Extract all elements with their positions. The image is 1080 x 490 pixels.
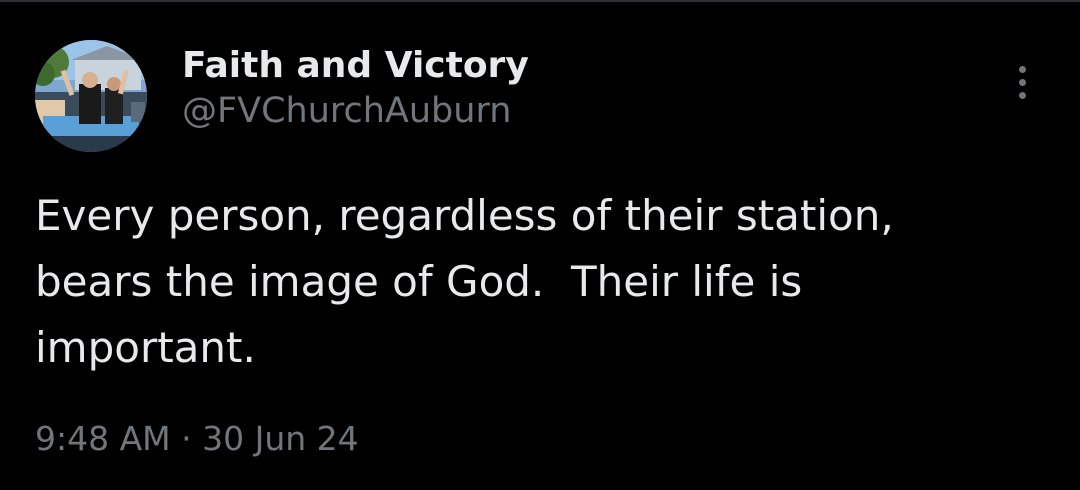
author-display-name[interactable]: Faith and Victory <box>182 44 529 88</box>
timestamp-separator: · <box>170 419 203 458</box>
tweet-text: Every person, regardless of their statio… <box>35 183 1035 381</box>
more-options-button[interactable] <box>1004 62 1044 104</box>
more-options-icon <box>1019 79 1026 86</box>
tweet-time[interactable]: 9:48 AM <box>35 419 171 458</box>
tweet-text-line: important. <box>35 323 256 372</box>
more-options-icon <box>1019 66 1026 73</box>
tweet-timestamp: 9:48 AM · 30 Jun 24 <box>35 418 359 460</box>
author-handle[interactable]: @FVChurchAuburn <box>182 88 529 134</box>
tweet-date[interactable]: 30 Jun 24 <box>202 419 359 458</box>
tweet-text-line: Every person, regardless of their statio… <box>35 191 894 240</box>
author-avatar[interactable] <box>35 40 147 152</box>
avatar-photo <box>35 40 147 152</box>
tweet-card: Faith and Victory @FVChurchAuburn Every … <box>0 0 1080 490</box>
tweet-text-line: bears the image of God. Their life is <box>35 257 803 306</box>
author-names: Faith and Victory @FVChurchAuburn <box>182 44 529 134</box>
more-options-icon <box>1019 92 1026 99</box>
